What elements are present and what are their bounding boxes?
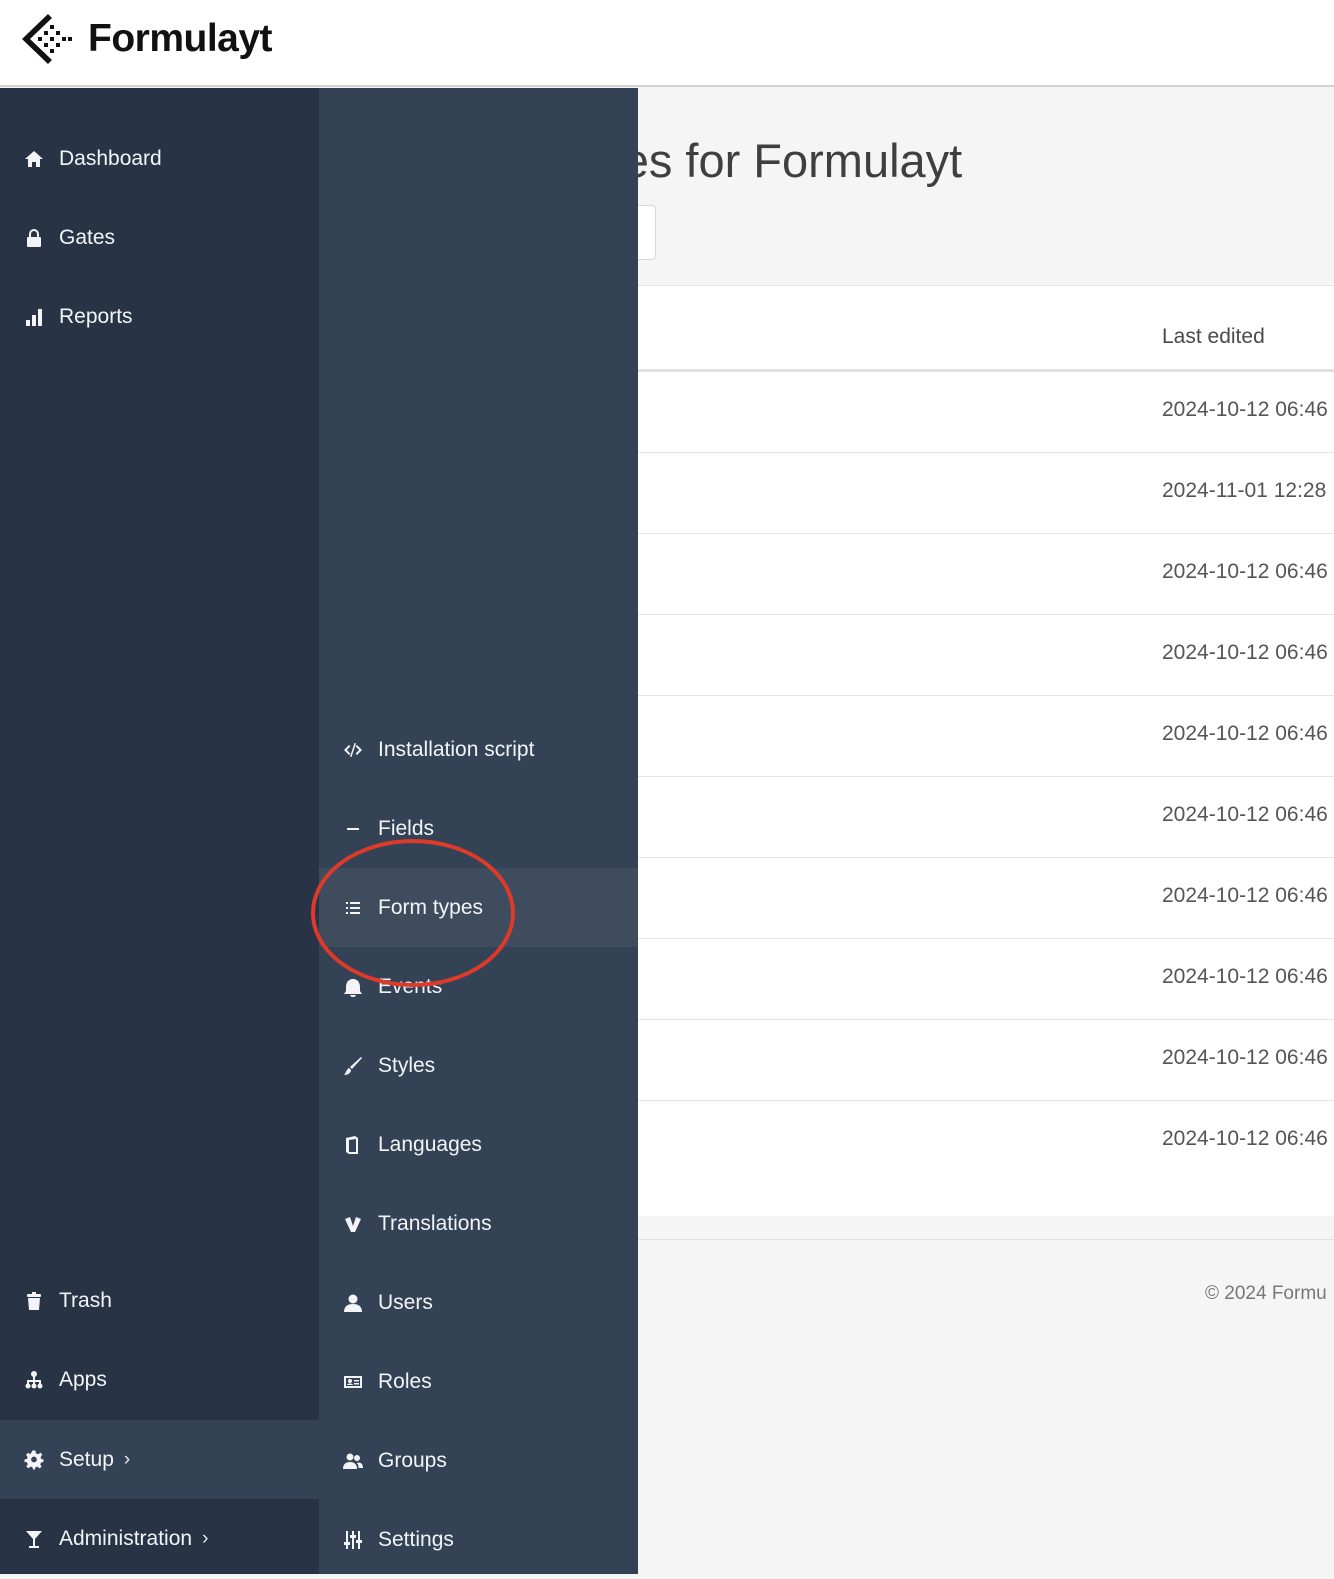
submenu-item-label: Installation script	[378, 737, 535, 761]
sidebar-item-label: Apps	[59, 1367, 107, 1391]
chevron-right-icon: ›	[123, 1448, 131, 1470]
submenu-item-label: Settings	[378, 1527, 454, 1551]
last-edited-cell: 2024-10-12 06:46	[1162, 722, 1328, 745]
sidebar-item-label: Dashboard	[59, 146, 162, 170]
users-icon	[343, 1451, 363, 1471]
minus-icon	[343, 819, 363, 839]
setup-submenu: Installation script Fields Form types Ev…	[319, 88, 638, 1574]
sidebar-item-reports[interactable]: Reports	[0, 277, 319, 356]
submenu-item-languages[interactable]: Languages	[319, 1105, 638, 1184]
last-edited-cell: 2024-10-12 06:46	[1162, 1127, 1328, 1150]
trash-icon	[24, 1291, 44, 1311]
list-icon	[343, 898, 363, 918]
submenu-item-styles[interactable]: Styles	[319, 1026, 638, 1105]
sliders-icon	[343, 1530, 363, 1550]
submenu-item-label: Fields	[378, 816, 435, 840]
last-edited-cell: 2024-10-12 06:46	[1162, 398, 1328, 421]
sidebar-item-administration[interactable]: Administration ›	[0, 1499, 319, 1578]
cocktail-icon	[24, 1529, 44, 1549]
submenu-item-roles[interactable]: Roles	[319, 1342, 638, 1421]
last-edited-cell: 2024-10-12 06:46	[1162, 884, 1328, 907]
submenu-item-label: Groups	[378, 1448, 447, 1472]
gear-icon	[24, 1449, 44, 1470]
column-header-last-edited[interactable]: Last edited	[1162, 325, 1265, 349]
submenu-item-groups[interactable]: Groups	[319, 1421, 638, 1500]
chevron-right-icon: ›	[202, 1527, 209, 1549]
sidebar-item-gates[interactable]: Gates	[0, 198, 319, 277]
bar-chart-icon	[24, 307, 44, 327]
id-card-icon	[343, 1372, 363, 1392]
submenu-item-label: Translations	[378, 1211, 492, 1235]
submenu-item-events[interactable]: Events	[319, 947, 638, 1026]
sidebar-item-label: Administration	[59, 1526, 193, 1550]
last-edited-cell: 2024-11-01 12:28	[1162, 479, 1327, 502]
formulayt-logo-icon	[22, 14, 72, 64]
sidebar: Dashboard Gates Reports Trash Apps Setup…	[0, 88, 319, 1574]
sidebar-item-trash[interactable]: Trash	[0, 1261, 319, 1340]
submenu-item-label: Form types	[378, 895, 484, 919]
code-icon	[343, 740, 363, 760]
top-bar: Formulayt	[0, 0, 1334, 87]
sitemap-icon	[24, 1370, 44, 1390]
sidebar-item-label: Setup	[59, 1447, 114, 1471]
submenu-item-label: Events	[378, 974, 443, 998]
last-edited-cell: 2024-10-12 06:46	[1162, 1046, 1328, 1069]
submenu-item-form-types[interactable]: Form types	[319, 868, 638, 947]
sidebar-item-dashboard[interactable]: Dashboard	[0, 119, 319, 198]
translate-icon	[343, 1214, 363, 1234]
submenu-item-label: Users	[378, 1290, 433, 1314]
lock-icon	[24, 228, 44, 248]
submenu-item-label: Languages	[378, 1132, 482, 1156]
submenu-item-label: Roles	[378, 1369, 432, 1393]
user-icon	[343, 1293, 363, 1313]
last-edited-cell: 2024-10-12 06:46	[1162, 560, 1328, 583]
submenu-item-label: Styles	[378, 1053, 436, 1077]
last-edited-cell: 2024-10-12 06:46	[1162, 965, 1328, 988]
submenu-item-users[interactable]: Users	[319, 1263, 638, 1342]
submenu-item-settings[interactable]: Settings	[319, 1500, 638, 1579]
brand-name: Formulayt	[88, 17, 273, 60]
bell-icon	[343, 977, 363, 997]
brush-icon	[343, 1056, 363, 1076]
sidebar-item-setup[interactable]: Setup ›	[0, 1420, 319, 1499]
last-edited-cell: 2024-10-12 06:46	[1162, 803, 1328, 826]
last-edited-cell: 2024-10-12 06:46	[1162, 641, 1328, 664]
sidebar-item-label: Gates	[59, 225, 116, 249]
submenu-item-installation-script[interactable]: Installation script	[319, 710, 638, 789]
submenu-item-translations[interactable]: Translations	[319, 1184, 638, 1263]
sidebar-item-apps[interactable]: Apps	[0, 1340, 319, 1419]
sidebar-item-label: Reports	[59, 304, 133, 328]
footer-copyright: © 2024 Formu	[1205, 1283, 1327, 1304]
submenu-item-fields[interactable]: Fields	[319, 789, 638, 868]
sidebar-item-label: Trash	[59, 1288, 112, 1312]
book-icon	[343, 1135, 363, 1155]
home-icon	[24, 149, 44, 169]
logo[interactable]: Formulayt	[22, 14, 273, 64]
